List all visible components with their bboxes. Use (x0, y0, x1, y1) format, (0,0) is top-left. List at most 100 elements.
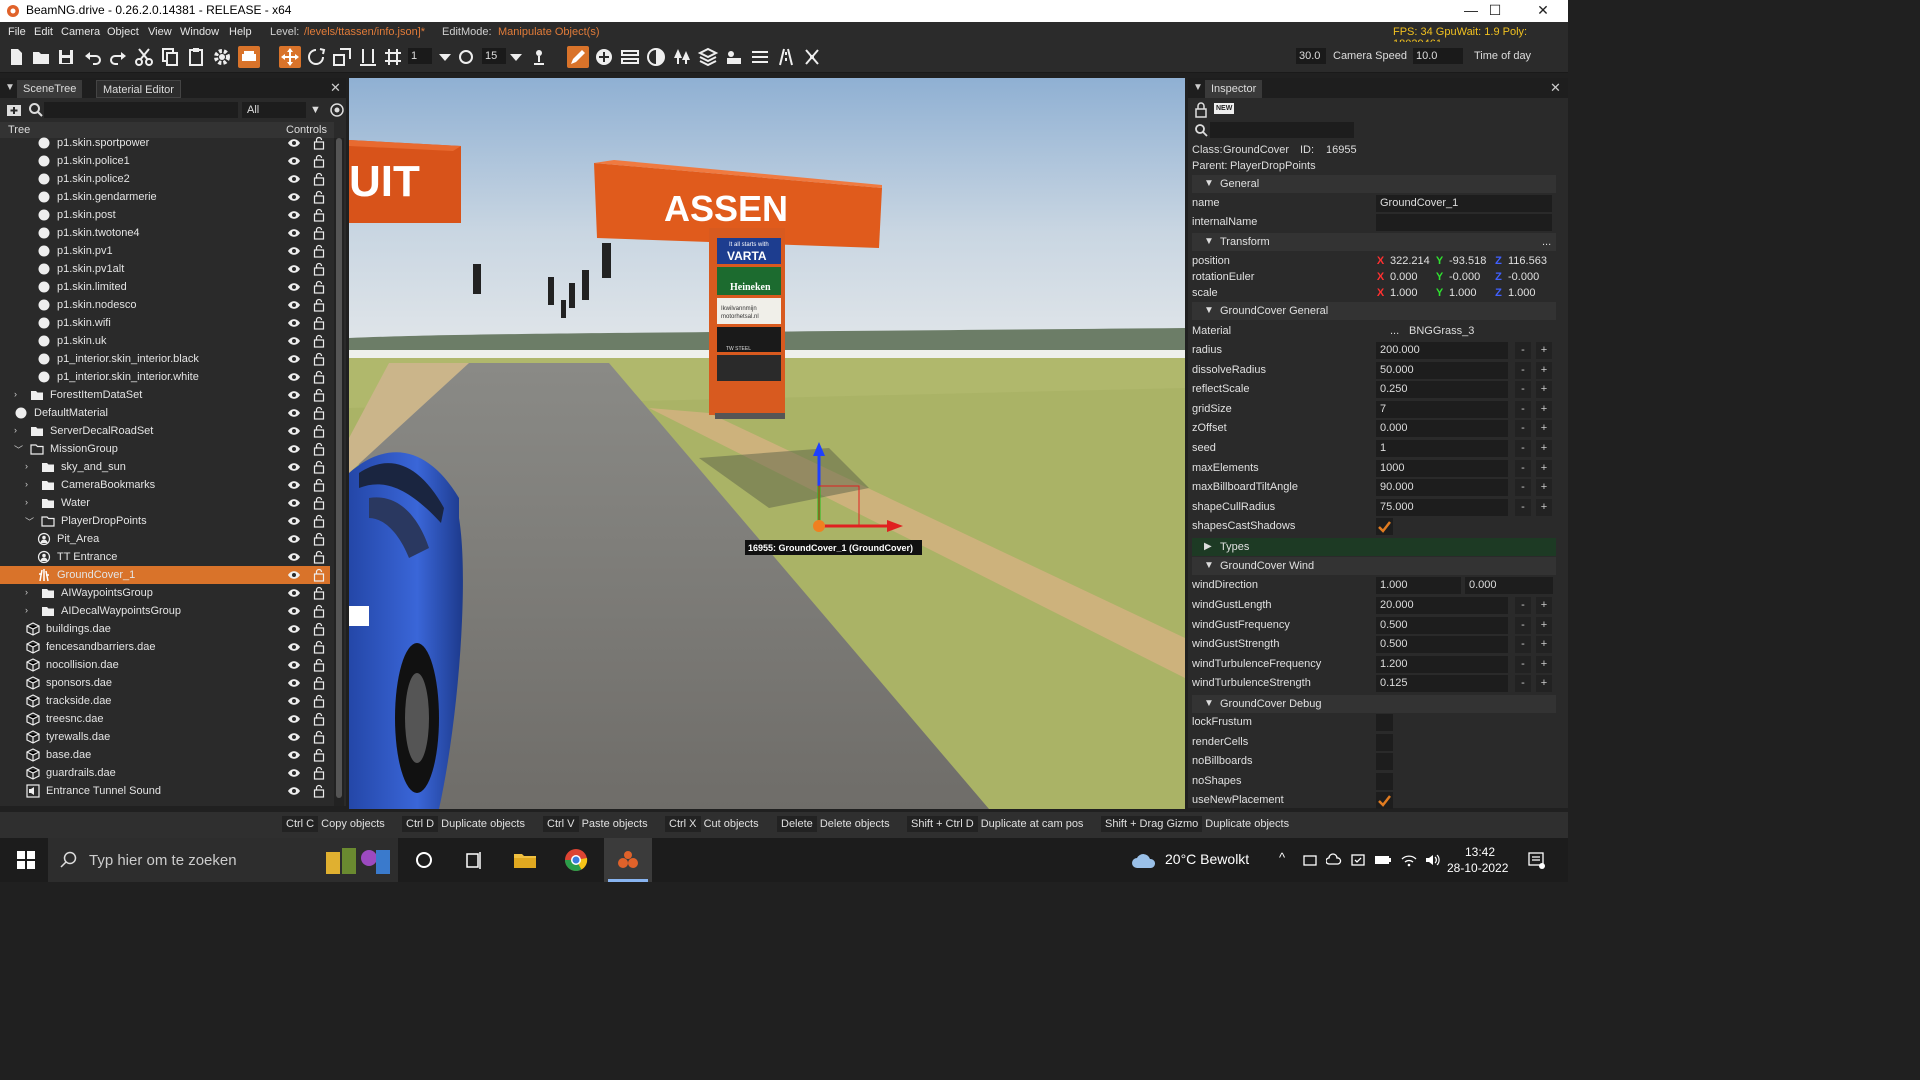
scale-x-input[interactable]: 1.000 (1390, 287, 1418, 299)
tree-row[interactable]: p1.skin.sportpower (0, 134, 330, 152)
increment-button[interactable]: + (1536, 597, 1552, 614)
rotation-x-input[interactable]: 0.000 (1390, 271, 1418, 283)
layers-icon[interactable] (697, 46, 719, 68)
mesh-road-icon[interactable] (749, 46, 771, 68)
panel-menu-icon[interactable]: ▼ (1193, 82, 1203, 93)
section-groundcover-wind[interactable]: ▼ GroundCover Wind (1192, 557, 1556, 575)
shapescastshadows-checkbox[interactable] (1376, 518, 1393, 535)
eye-icon[interactable] (287, 731, 301, 743)
lock-icon[interactable] (313, 352, 325, 366)
eye-icon[interactable] (287, 785, 301, 797)
maximize-button[interactable]: ☐ (1472, 0, 1518, 22)
menu-window[interactable]: Window (180, 26, 219, 38)
chevron-down-icon[interactable]: ﹀ (25, 515, 35, 527)
lock-icon[interactable] (313, 586, 325, 600)
new-file-icon[interactable] (5, 46, 27, 68)
snap-value-input[interactable]: 1 (408, 48, 432, 64)
chevron-right-icon[interactable]: › (25, 461, 35, 473)
tree-row[interactable]: tyrewalls.dae (0, 728, 330, 746)
tree-row[interactable]: p1.skin.nodesco (0, 296, 330, 314)
lock-icon[interactable] (313, 406, 325, 420)
rotation-z-input[interactable]: -0.000 (1508, 271, 1539, 283)
chevron-right-icon[interactable]: › (25, 605, 35, 617)
section-general[interactable]: ▼ General (1192, 175, 1556, 193)
vehicle-icon[interactable] (238, 46, 260, 68)
eye-icon[interactable] (287, 263, 301, 275)
decrement-button[interactable]: - (1515, 440, 1531, 457)
rendercells-checkbox[interactable] (1376, 733, 1393, 751)
eye-icon[interactable] (287, 605, 301, 617)
tree-row[interactable]: p1.skin.wifi (0, 314, 330, 332)
noshapes-checkbox[interactable] (1376, 772, 1393, 790)
increment-button[interactable]: + (1536, 400, 1552, 418)
tree-row[interactable]: DefaultMaterial (0, 404, 330, 422)
decrement-button[interactable]: - (1515, 459, 1531, 477)
eye-icon[interactable] (287, 677, 301, 689)
chevron-right-icon[interactable]: › (25, 479, 35, 491)
eye-icon[interactable] (287, 245, 301, 257)
3d-viewport[interactable]: UIT ASSEN It all starts with VARTA Heine… (349, 78, 1185, 809)
tab-scenetree[interactable]: SceneTree (17, 80, 83, 98)
menu-help[interactable]: Help (229, 26, 252, 38)
decrement-button[interactable]: - (1515, 420, 1531, 438)
chevron-up-icon[interactable]: ^ (1279, 850, 1285, 865)
decrement-button[interactable]: - (1515, 655, 1531, 673)
windgustlength-input[interactable]: 20.000 (1376, 597, 1508, 614)
increment-button[interactable]: + (1536, 361, 1552, 379)
tree-row[interactable]: › AIWaypointsGroup (0, 584, 330, 602)
lock-icon[interactable] (313, 280, 325, 294)
lock-icon[interactable] (313, 622, 325, 636)
lock-icon[interactable] (313, 694, 325, 708)
scale-z-input[interactable]: 1.000 (1508, 287, 1536, 299)
tree-row[interactable]: fencesandbarriers.dae (0, 638, 330, 656)
tree-row[interactable]: p1.skin.pv1 (0, 242, 330, 260)
eye-icon[interactable] (287, 551, 301, 563)
eye-icon[interactable] (287, 353, 301, 365)
lock-icon[interactable] (313, 388, 325, 402)
tree-row[interactable]: p1.skin.police2 (0, 170, 330, 188)
eye-icon[interactable] (287, 173, 301, 185)
chevron-right-icon[interactable]: › (14, 389, 24, 401)
lock-icon[interactable] (313, 748, 325, 762)
rotate-gizmo-icon[interactable] (305, 46, 327, 68)
clock-time[interactable]: 13:42 (1465, 845, 1495, 859)
cut-icon[interactable] (133, 46, 155, 68)
tree-row[interactable]: p1.skin.post (0, 206, 330, 224)
tree-row[interactable]: p1.skin.twotone4 (0, 224, 330, 242)
chevron-right-icon[interactable]: › (25, 587, 35, 599)
lock-icon[interactable] (313, 298, 325, 312)
camera-speed-input[interactable]: 30.0 (1296, 48, 1326, 64)
section-types[interactable]: ▶ Types (1192, 538, 1556, 556)
windturbulencestrength-input[interactable]: 0.125 (1376, 675, 1508, 693)
meet-now-icon[interactable] (1302, 852, 1318, 868)
nobillboards-checkbox[interactable] (1376, 753, 1393, 771)
undo-icon[interactable] (82, 46, 104, 68)
decal-tool-icon[interactable] (801, 46, 823, 68)
lock-icon[interactable] (313, 676, 325, 690)
lock-icon[interactable] (313, 154, 325, 168)
tree-row[interactable]: Pit_Area (0, 530, 330, 548)
notifications-icon[interactable] (1526, 850, 1546, 870)
terrain-paint-icon[interactable] (645, 46, 667, 68)
lock-icon[interactable] (313, 478, 325, 492)
wifi-icon[interactable] (1400, 852, 1418, 868)
copy-icon[interactable] (159, 46, 181, 68)
scale-y-input[interactable]: 1.000 (1449, 287, 1477, 299)
volume-icon[interactable] (1424, 852, 1442, 868)
eye-icon[interactable] (287, 515, 301, 527)
increment-button[interactable]: + (1536, 655, 1552, 673)
ai-tool-icon[interactable] (723, 46, 745, 68)
eye-icon[interactable] (287, 155, 301, 167)
lock-icon[interactable] (313, 226, 325, 240)
eye-icon[interactable] (287, 389, 301, 401)
lock-icon[interactable] (313, 712, 325, 726)
transform-more-button[interactable]: ... (1542, 236, 1551, 248)
lock-icon[interactable] (313, 550, 325, 564)
tree-row[interactable]: nocollision.dae (0, 656, 330, 674)
lock-icon[interactable] (313, 424, 325, 438)
inspector-search-input[interactable] (1210, 122, 1354, 138)
eye-icon[interactable] (287, 461, 301, 473)
translate-gizmo-icon[interactable] (279, 46, 301, 68)
menu-object[interactable]: Object (107, 26, 139, 38)
position-z-input[interactable]: 116.563 (1508, 255, 1547, 267)
